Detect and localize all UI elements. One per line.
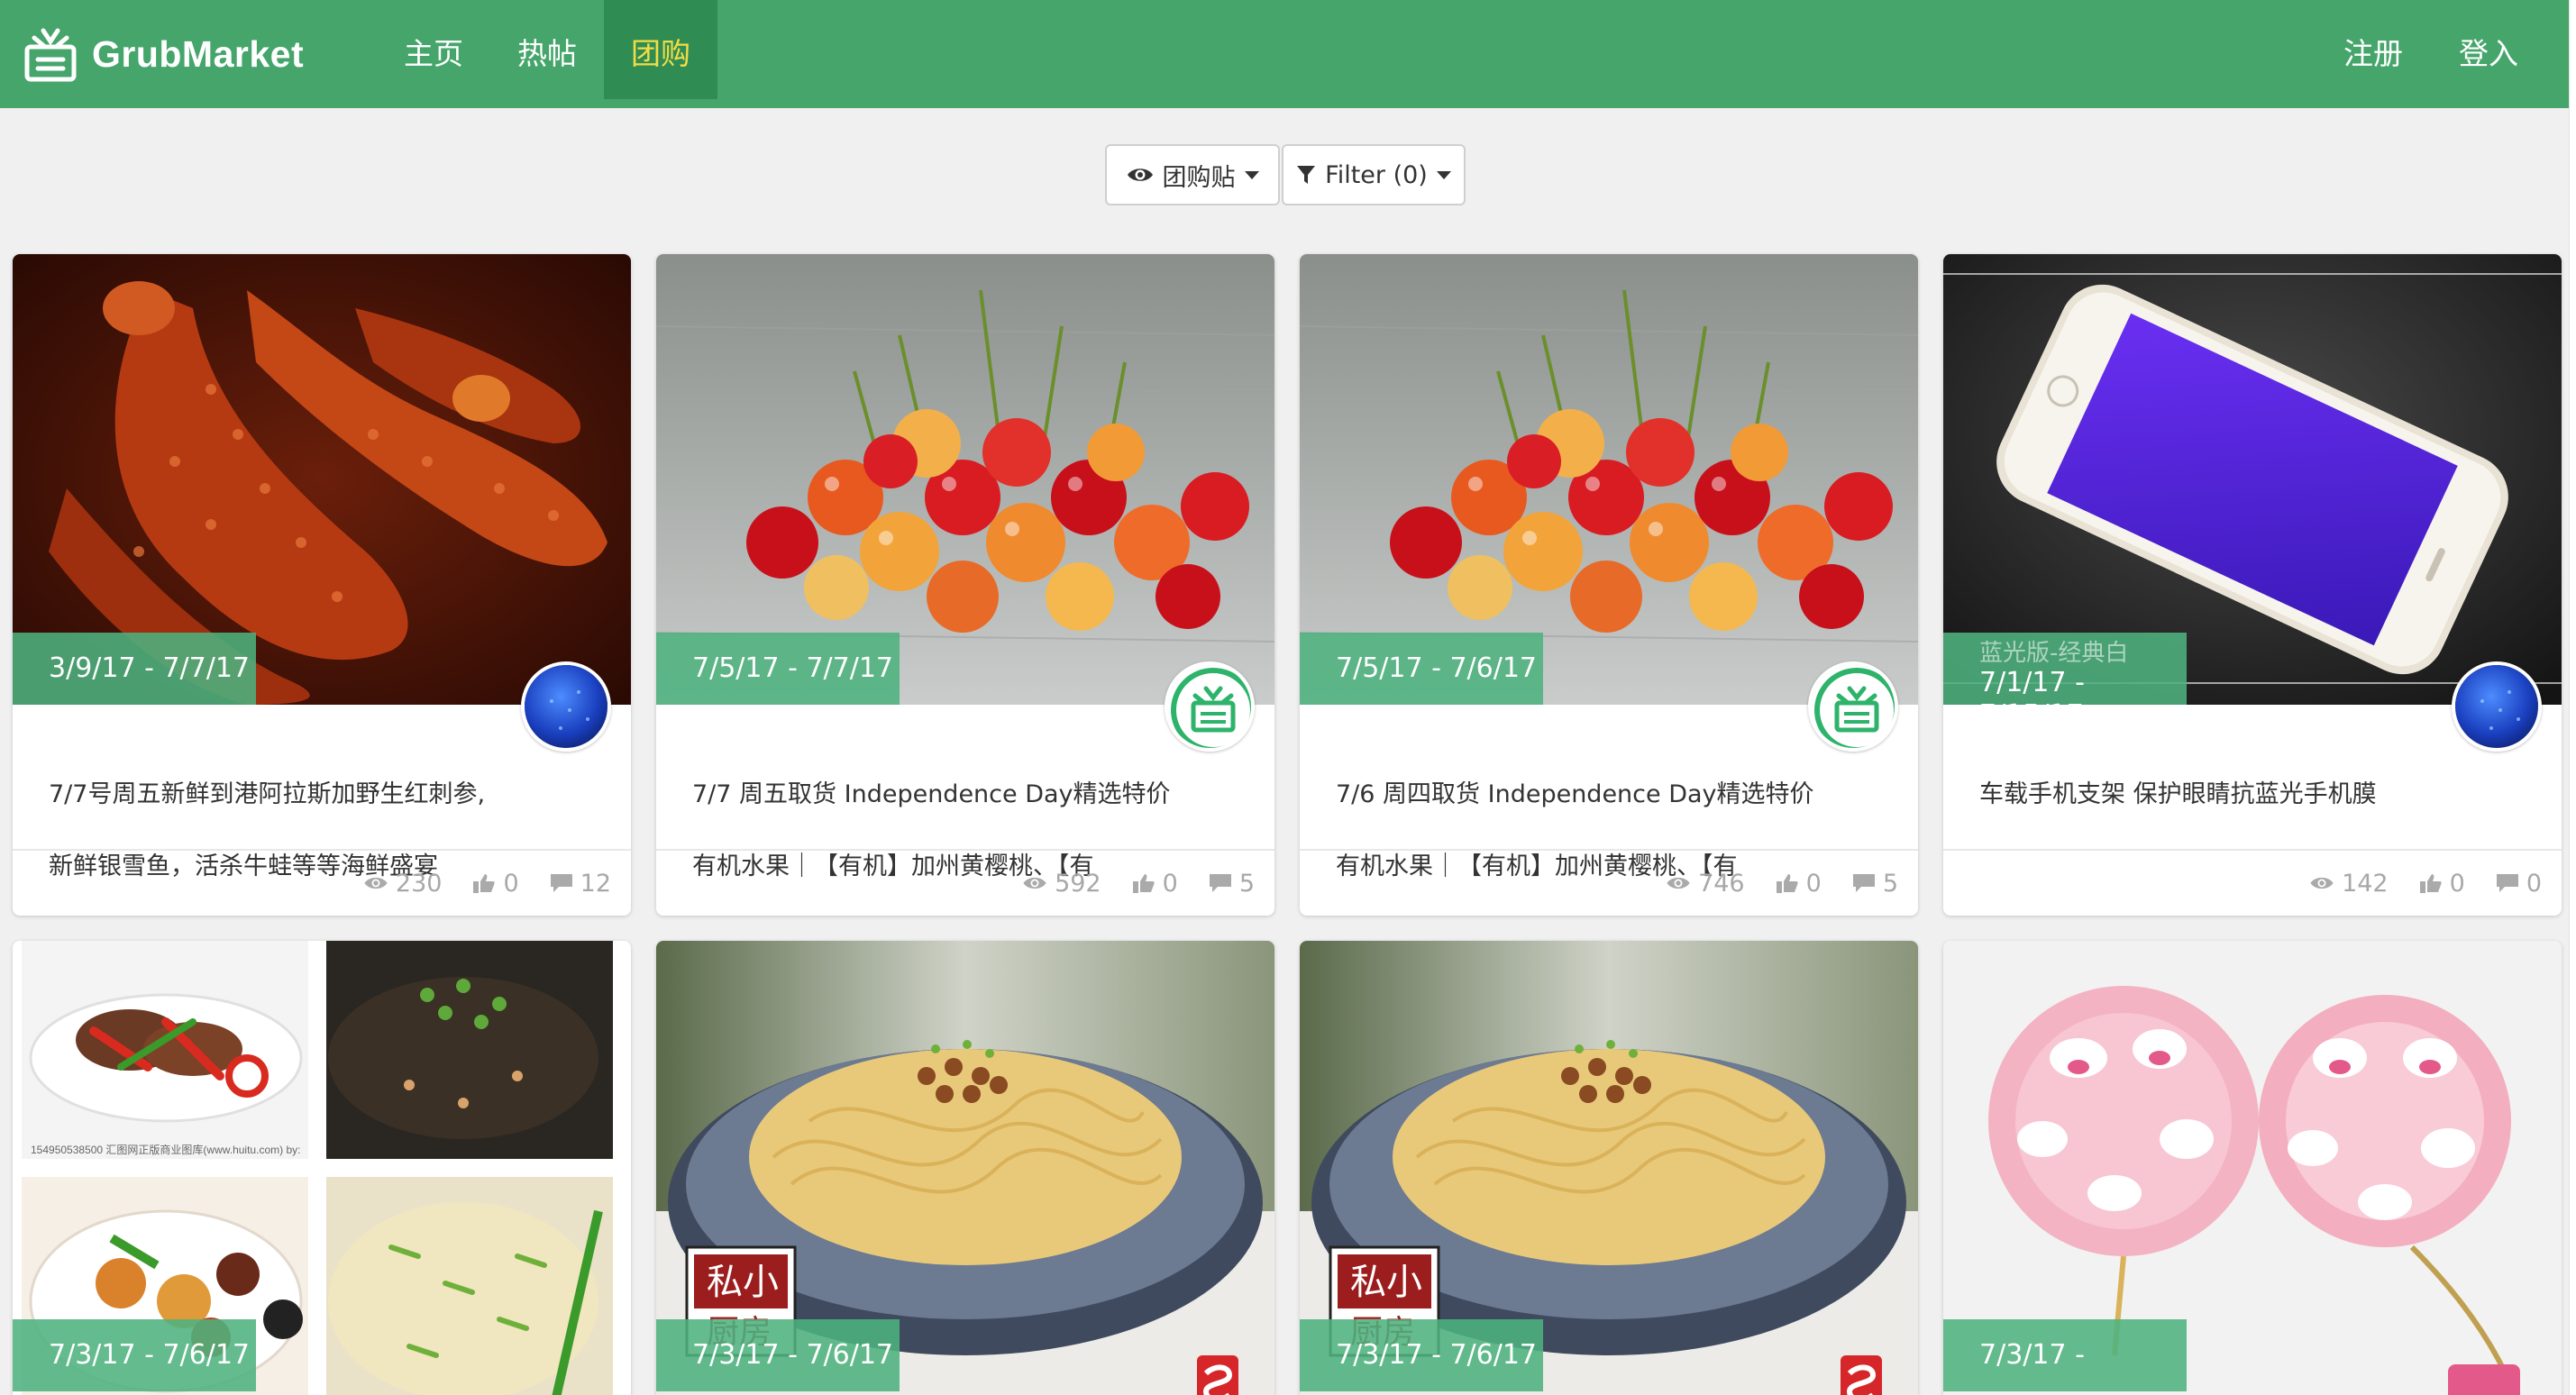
views-stat: 142: [2309, 870, 2389, 898]
likes-count: 0: [1162, 869, 1178, 898]
eye-icon: [364, 877, 388, 889]
comment-icon: [550, 874, 572, 892]
thumbs-up-icon: [1776, 874, 1798, 893]
grubmarket-logo-avatar[interactable]: [1165, 661, 1255, 752]
card-title-line: 7/7 周五取货 Independence Day精选特价: [692, 780, 1171, 808]
nav-login[interactable]: 登入: [2432, 0, 2545, 99]
group-buy-card[interactable]: 3/9/17 - 7/7/17 7/7号周五新鲜到港阿拉斯加野生红刺参, 新鲜银…: [13, 254, 631, 916]
likes-count: 0: [1805, 869, 1822, 898]
likes-stat[interactable]: 0: [1132, 870, 1178, 898]
window-scrollbar[interactable]: [2569, 0, 2576, 1395]
nav-hot-posts[interactable]: 热帖: [490, 0, 604, 99]
views-count: 142: [2342, 869, 2389, 898]
grubmarket-basket-icon: [24, 28, 77, 82]
date-range-badge: 7/5/17 - 7/7/17: [656, 633, 900, 705]
comments-stat[interactable]: 5: [1209, 870, 1255, 898]
grubmarket-logo-avatar[interactable]: [1808, 661, 1898, 752]
eye-icon: [1023, 877, 1046, 889]
comments-count: 5: [1882, 869, 1898, 898]
nav-group-buy[interactable]: 团购: [604, 0, 717, 99]
date-range-badge: 蓝光版-经典白 7/1/17 - 7/15/17: [1943, 633, 2187, 731]
views-stat: 746: [1666, 870, 1745, 898]
comment-icon: [1209, 874, 1231, 892]
card-title-line: 车载手机支架 保护眼睛抗蓝光手机膜: [1979, 780, 2377, 808]
chevron-down-icon: [1244, 170, 1259, 179]
card-stats: 592 0 5: [991, 851, 1255, 916]
likes-stat[interactable]: 0: [1776, 870, 1822, 898]
group-buy-card[interactable]: 7/5/17 - 7/6/17 7/6 周四取货 Independence Da…: [1300, 254, 1918, 916]
brand-logo[interactable]: GrubMarket: [22, 18, 304, 90]
card-stats: 230 0 12: [333, 851, 611, 916]
nav-home[interactable]: 主页: [377, 0, 490, 99]
group-buy-card[interactable]: 7/3/17 - 7/10/17: [1943, 941, 2562, 1395]
blue-sphere-avatar[interactable]: [521, 661, 611, 752]
group-buy-card[interactable]: 私小 厨房 7/3/17 - 7/6/17: [656, 941, 1274, 1395]
likes-count: 0: [2449, 869, 2465, 898]
comments-count: 12: [580, 869, 611, 898]
views-count: 746: [1698, 869, 1745, 898]
top-navbar: GrubMarket 主页 热帖 团购 注册 登入: [0, 0, 2569, 108]
comments-stat[interactable]: 0: [2496, 870, 2542, 898]
date-range-badge: 7/3/17 - 7/6/17: [656, 1319, 900, 1391]
eye-icon: [1127, 169, 1153, 181]
thumbs-up-icon: [473, 874, 496, 893]
group-buy-card[interactable]: 蓝光版-经典白 7/1/17 - 7/15/17 车载手机支架 保护眼睛抗蓝光手…: [1943, 254, 2562, 916]
svg-text:私小: 私小: [707, 1262, 779, 1303]
card-title-line: 7/6 周四取货 Independence Day精选特价: [1336, 780, 1814, 808]
thumbs-up-icon: [2419, 874, 2442, 893]
blue-sphere-avatar[interactable]: [2452, 661, 2542, 752]
date-range-badge: 7/3/17 - 7/6/17: [13, 1319, 256, 1391]
card-stats: 746 0 5: [1635, 851, 1898, 916]
filter-icon: [1297, 166, 1316, 184]
views-stat: 230: [363, 869, 443, 898]
views-count: 592: [1055, 869, 1101, 898]
post-type-label: 团购贴: [1162, 163, 1236, 192]
post-type-dropdown[interactable]: 团购贴: [1105, 144, 1280, 205]
date-range-badge: 3/9/17 - 7/7/17: [13, 633, 256, 705]
date-range-badge: 7/3/17 - 7/6/17: [1300, 1319, 1543, 1391]
date-range-text: 7/1/17 - 7/15/17: [1979, 667, 2085, 731]
chevron-down-icon: [1436, 170, 1451, 179]
eye-icon: [1667, 877, 1690, 889]
group-buy-card[interactable]: 私小 厨房 7/3/17 - 7/6/17: [1300, 941, 1918, 1395]
brand-name: GrubMarket: [92, 32, 305, 75]
likes-stat[interactable]: 0: [472, 869, 519, 898]
date-range-badge: 7/3/17 - 7/10/17: [1943, 1319, 2187, 1391]
thumbs-up-icon: [1132, 874, 1155, 893]
image-overlay-text: 蓝光版-经典白: [1979, 640, 2129, 667]
views-count: 230: [395, 869, 443, 898]
comments-count: 0: [2526, 869, 2542, 898]
comment-icon: [1852, 874, 1875, 892]
likes-stat[interactable]: 0: [2419, 870, 2465, 898]
comments-stat[interactable]: 5: [1852, 870, 1898, 898]
views-stat: 592: [1022, 870, 1101, 898]
svg-text:私小: 私小: [1350, 1262, 1422, 1303]
svg-text:154950538500 汇图网正版商业图库(www.hui: 154950538500 汇图网正版商业图库(www.huitu.com) by…: [31, 1143, 300, 1156]
card-stats: 142 0 0: [2279, 851, 2542, 916]
card-title-line: 7/7号周五新鲜到港阿拉斯加野生红刺参,: [49, 780, 486, 808]
eye-icon: [2310, 877, 2334, 889]
date-range-badge: 7/5/17 - 7/6/17: [1300, 633, 1543, 705]
comment-icon: [2496, 874, 2518, 892]
comments-count: 5: [1238, 869, 1255, 898]
comments-stat[interactable]: 12: [550, 870, 611, 898]
group-buy-card[interactable]: 7/5/17 - 7/7/17 7/7 周五取货 Independence Da…: [656, 254, 1274, 916]
filter-dropdown[interactable]: Filter (0): [1282, 144, 1466, 205]
likes-count: 0: [503, 869, 519, 898]
nav-register[interactable]: 注册: [2316, 0, 2430, 99]
group-buy-card[interactable]: 154950538500 汇图网正版商业图库(www.huitu.com) by…: [13, 941, 631, 1395]
card-title[interactable]: 车载手机支架 保护眼睛抗蓝光手机膜: [1979, 741, 2484, 849]
filter-label: Filter (0): [1325, 160, 1428, 189]
